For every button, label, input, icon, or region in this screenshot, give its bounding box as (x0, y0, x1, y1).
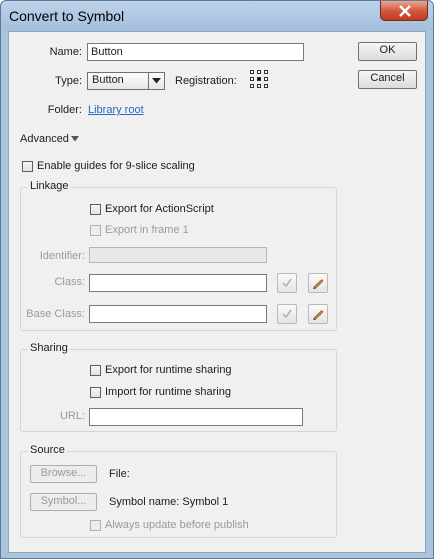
convert-to-symbol-dialog: Convert to Symbol OK Cancel Name: Button… (0, 0, 434, 559)
close-button[interactable] (380, 1, 428, 21)
type-dropdown[interactable]: Button (87, 72, 165, 90)
url-label: URL: (59, 410, 85, 422)
type-label: Type: (55, 75, 82, 87)
identifier-input[interactable] (89, 247, 267, 263)
edit-pencil-icon (313, 279, 324, 289)
base-class-edit-button[interactable] (308, 304, 328, 324)
reg-point-tr[interactable] (264, 70, 268, 74)
folder-link[interactable]: Library root (88, 104, 144, 116)
reg-point-br[interactable] (264, 84, 268, 88)
export-frame1-label: Export in frame 1 (105, 224, 189, 236)
reg-point-tc[interactable] (257, 70, 261, 74)
base-class-label: Base Class: (26, 308, 85, 320)
edit-pencil-icon (313, 310, 324, 320)
reg-point-mr[interactable] (264, 77, 268, 81)
identifier-label: Identifier: (39, 250, 85, 262)
cancel-button[interactable]: Cancel (358, 70, 417, 89)
class-label: Class: (54, 276, 85, 288)
sharing-title: Sharing (28, 342, 70, 354)
reg-point-bl[interactable] (250, 84, 254, 88)
url-input[interactable] (89, 408, 303, 426)
close-icon (399, 5, 411, 17)
export-runtime-label: Export for runtime sharing (105, 364, 232, 376)
type-dropdown-value: Button (92, 74, 124, 86)
class-edit-button[interactable] (308, 273, 328, 293)
base-class-validate-button[interactable] (277, 304, 297, 324)
name-label: Name: (49, 46, 82, 58)
name-input[interactable]: Button (87, 43, 304, 61)
reg-point-ml[interactable] (250, 77, 254, 81)
export-runtime-checkbox[interactable] (90, 365, 101, 376)
class-input[interactable] (89, 274, 267, 292)
title-bar[interactable]: Convert to Symbol (1, 1, 433, 31)
ok-button[interactable]: OK (358, 42, 417, 61)
registration-label: Registration: (175, 75, 237, 87)
advanced-arrow-icon[interactable] (71, 136, 79, 142)
advanced-toggle[interactable]: Advanced (20, 133, 69, 145)
always-update-checkbox[interactable] (90, 520, 101, 531)
dropdown-arrow-icon (152, 78, 161, 84)
class-validate-button[interactable] (277, 273, 297, 293)
symbol-name-text: Symbol name: Symbol 1 (109, 496, 229, 508)
validate-check-icon (282, 278, 292, 288)
nine-slice-label: Enable guides for 9-slice scaling (37, 160, 195, 172)
always-update-label: Always update before publish (105, 519, 249, 531)
linkage-title: Linkage (28, 180, 71, 192)
reg-point-center[interactable] (257, 77, 261, 81)
export-frame1-checkbox[interactable] (90, 225, 101, 236)
file-label: File: (109, 468, 130, 480)
nine-slice-checkbox[interactable] (22, 161, 33, 172)
reg-point-tl[interactable] (250, 70, 254, 74)
folder-label: Folder: (47, 104, 82, 116)
browse-button[interactable]: Browse... (30, 465, 97, 483)
type-dropdown-arrow[interactable] (148, 73, 164, 89)
reg-point-bc[interactable] (257, 84, 261, 88)
registration-grid-icon[interactable] (250, 70, 270, 90)
base-class-input[interactable] (89, 305, 267, 323)
export-actionscript-checkbox[interactable] (90, 204, 101, 215)
window-title: Convert to Symbol (9, 8, 125, 24)
symbol-button[interactable]: Symbol... (30, 493, 97, 511)
source-title: Source (28, 444, 67, 456)
dialog-body: OK Cancel Name: Button Type: Button Regi… (8, 31, 426, 553)
validate-check-icon (282, 309, 292, 319)
export-actionscript-label: Export for ActionScript (105, 203, 214, 215)
import-runtime-label: Import for runtime sharing (105, 386, 231, 398)
import-runtime-checkbox[interactable] (90, 387, 101, 398)
